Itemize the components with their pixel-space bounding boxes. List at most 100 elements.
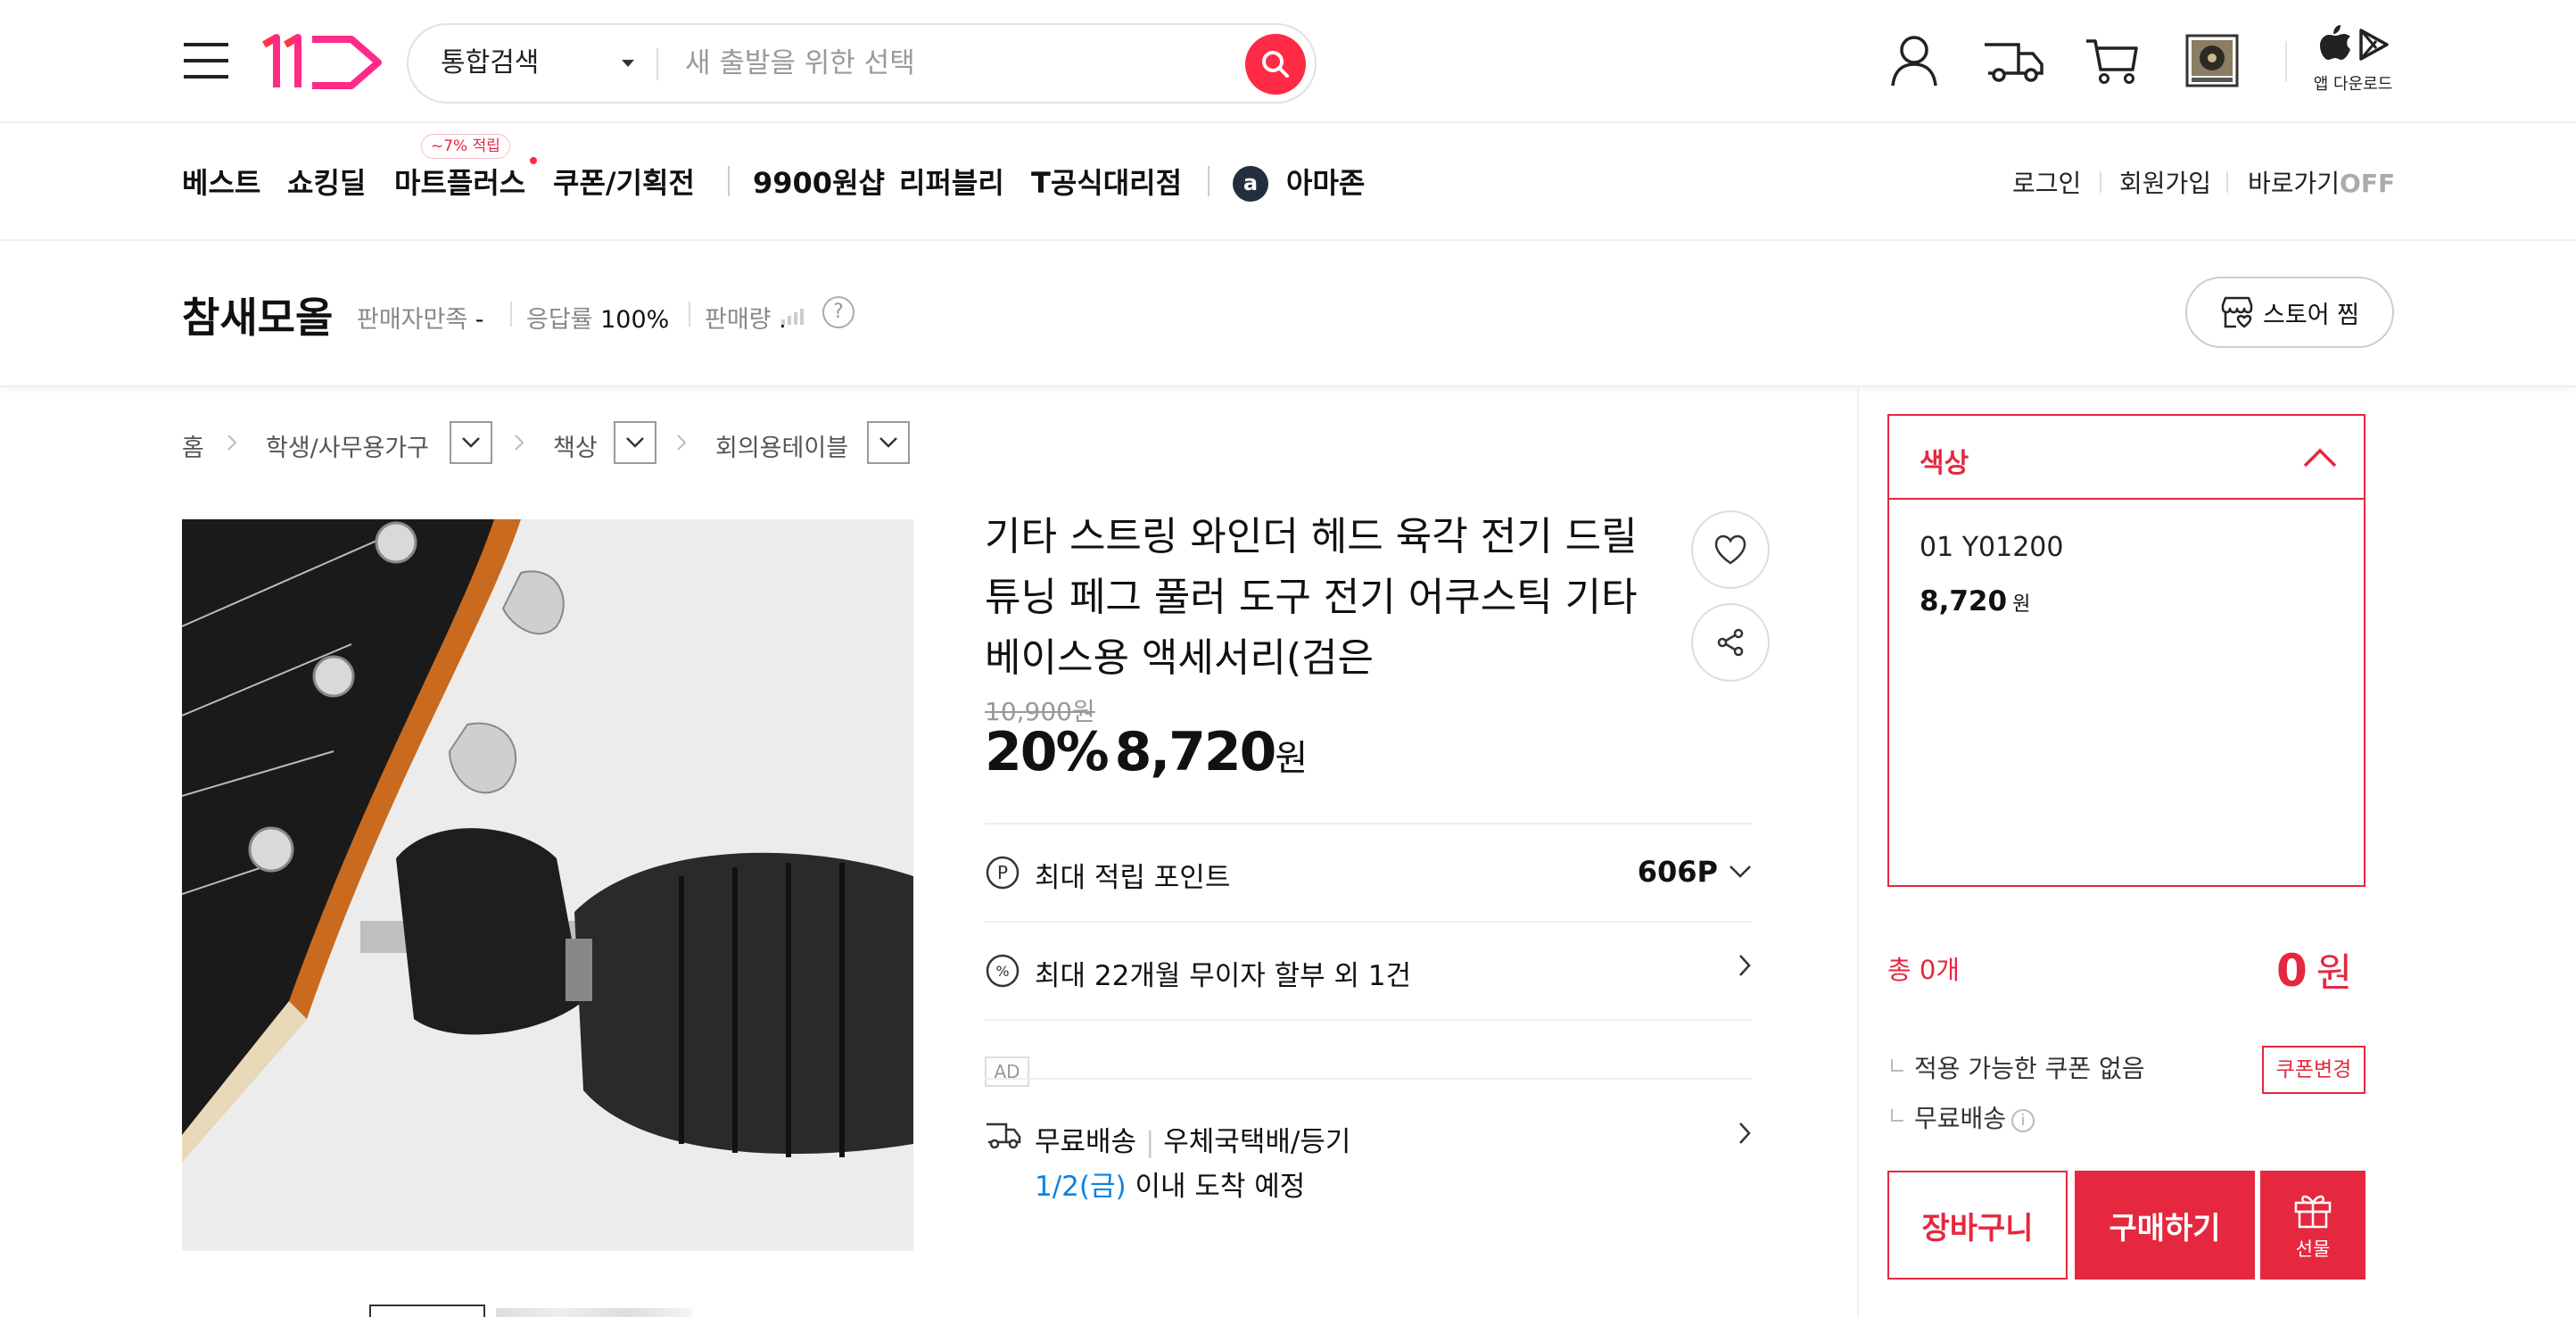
info-icon[interactable]: i [2011,1109,2035,1132]
nav-mart-plus[interactable]: 마트플러스 [394,161,525,202]
nav-shocking-deal[interactable]: 쇼킹딜 [287,161,366,202]
store-heart-icon [2221,296,2253,328]
nav-refurbly[interactable]: 리퍼블리 [899,161,1004,202]
nav-9900-shop[interactable]: 9900원샵 [753,161,885,202]
recent-item-icon[interactable] [2184,32,2241,89]
add-to-cart-button[interactable]: 장바구니 [1887,1171,2068,1280]
option-item[interactable]: 01 Y01200 [1920,532,2063,563]
user-icon[interactable] [1886,32,1943,89]
sales-volume-label: 판매량 [705,306,772,334]
option-header[interactable]: 색상 [1889,416,2364,500]
share-icon [1717,628,1744,657]
mart-badge: ~7% 적립 [421,134,510,159]
signup-link[interactable]: 회원가입 [2119,164,2211,200]
points-label: 최대 적립 포인트 [1035,862,1231,894]
gift-icon [2294,1195,2332,1229]
app-download[interactable]: 앱 다운로드 [2310,23,2396,95]
free-shipping-line: 무료배송 i [1891,1099,2035,1135]
amazon-logo-icon[interactable]: a [1233,166,1268,202]
breadcrumb-dropdown-1[interactable] [450,421,492,464]
nav-right-divider [2226,171,2228,193]
svg-text:P: P [997,862,1008,883]
option-label: 색상 [1920,448,1969,479]
sale-price: 8,720 [1114,721,1277,783]
gift-button[interactable]: 선물 [2260,1171,2365,1280]
total-amount: 0 [2276,945,2308,997]
shortcut-toggle[interactable]: 바로가기OFF [2248,164,2395,200]
thumbnail-selected[interactable] [369,1305,485,1317]
delivery-icon [987,1122,1021,1149]
response-rate-label: 응답률 [526,306,593,334]
search-input[interactable] [685,36,1238,91]
cart-icon[interactable] [2084,32,2141,89]
points-row[interactable]: P 최대 적립 포인트 606P [985,823,1752,921]
response-rate: 응답률 100% [526,300,669,335]
11st-logo[interactable] [259,32,385,93]
installment-label: 최대 22개월 무이자 할부 외 1건 [1035,960,1412,992]
nav-divider [1208,166,1210,196]
shipping-method: 우체국택배/등기 [1163,1126,1351,1158]
global-header: 통합검색 앱 다운로드 [0,0,2576,123]
breadcrumb-home[interactable]: 홈 [182,428,204,463]
store-name[interactable]: 참새모올 [182,286,333,344]
login-link[interactable]: 로그인 [2012,164,2081,200]
share-button[interactable] [1691,603,1770,682]
option-price-unit: 원 [2012,593,2031,616]
installment-row[interactable]: % 최대 22개월 무이자 할부 외 1건 [985,921,1752,1019]
chevron-right-icon [1739,955,1751,976]
sales-volume: 판매량 . [705,300,787,335]
chevron-up-icon [2303,448,2337,468]
arrival-info: 1/2(금) 이내 도착 예정 [1035,1164,1305,1204]
chevron-down-icon [879,437,897,448]
free-shipping-label: 무료배송 [1035,1126,1137,1158]
seller-satisfaction: 판매자만족 - [357,300,484,335]
search-category-select[interactable]: 통합검색 [441,25,539,102]
svg-text:%: % [995,963,1009,980]
buy-now-button[interactable]: 구매하기 [2075,1171,2255,1280]
hamburger-icon[interactable] [184,41,230,80]
gift-label: 선물 [2295,1238,2331,1260]
points-value: 606P [1637,855,1718,889]
chevron-right-icon [225,434,239,451]
search-button[interactable] [1245,34,1306,95]
store-meta-divider [510,302,512,327]
search-icon [1262,51,1289,78]
discount-rate: 20% [985,721,1110,783]
truck-icon[interactable] [1982,32,2046,89]
wishlist-button[interactable] [1691,510,1770,589]
play-store-icon [2359,29,2389,61]
product-image[interactable] [182,519,913,1251]
store-favorite-button[interactable]: 스토어 찜 [2185,277,2394,348]
thumbnail-strip[interactable] [496,1308,692,1317]
heart-icon [1714,534,1746,565]
seller-satisfaction-label: 판매자만족 [357,306,468,334]
seller-satisfaction-value: - [475,306,484,334]
chevron-right-icon [1739,1122,1751,1144]
arrival-text: 이내 도착 예정 [1135,1171,1306,1203]
coupon-line: 적용 가능한 쿠폰 없음 [1891,1049,2145,1085]
nav-t-official[interactable]: T공식대리점 [1031,161,1182,202]
store-bar: 참새모올 판매자만족 - 응답률 100% 판매량 . ? 스토어 찜 [0,243,2576,387]
nav-amazon[interactable]: 아마존 [1286,161,1365,202]
nav-divider [728,166,730,196]
store-favorite-label: 스토어 찜 [2263,301,2359,329]
breadcrumb-dropdown-3[interactable] [867,421,910,464]
breadcrumb-category-1[interactable]: 학생/사무용가구 [266,428,429,463]
breadcrumb-category-2[interactable]: 책상 [553,428,598,463]
info-divider [985,1019,1752,1021]
point-icon: P [986,856,1020,890]
breadcrumb-dropdown-2[interactable] [614,421,656,464]
coupon-change-button[interactable]: 쿠폰변경 [2262,1046,2365,1094]
help-icon[interactable]: ? [822,296,855,328]
installment-chevron [1738,953,1752,978]
product-title: 기타 스트링 와인더 헤드 육각 전기 드릴 튜닝 페그 풀러 도구 전기 어쿠… [985,514,1638,681]
category-nav: 베스트 쇼킹딜 ~7% 적립 마트플러스 쿠폰/기획전 9900원샵 리퍼블리 … [0,125,2576,241]
shipping-row[interactable]: 무료배송 | 우체국택배/등기 1/2(금) 이내 도착 예정 [985,1078,1752,1212]
store-meta-divider [689,302,690,327]
nav-best[interactable]: 베스트 [182,161,260,202]
apple-icon [2320,25,2350,60]
nav-coupon-event[interactable]: 쿠폰/기획전 [553,161,695,202]
sales-level-icon [781,309,804,325]
caret-down-icon[interactable] [621,57,635,70]
breadcrumb-category-3[interactable]: 회의용테이블 [715,428,848,463]
